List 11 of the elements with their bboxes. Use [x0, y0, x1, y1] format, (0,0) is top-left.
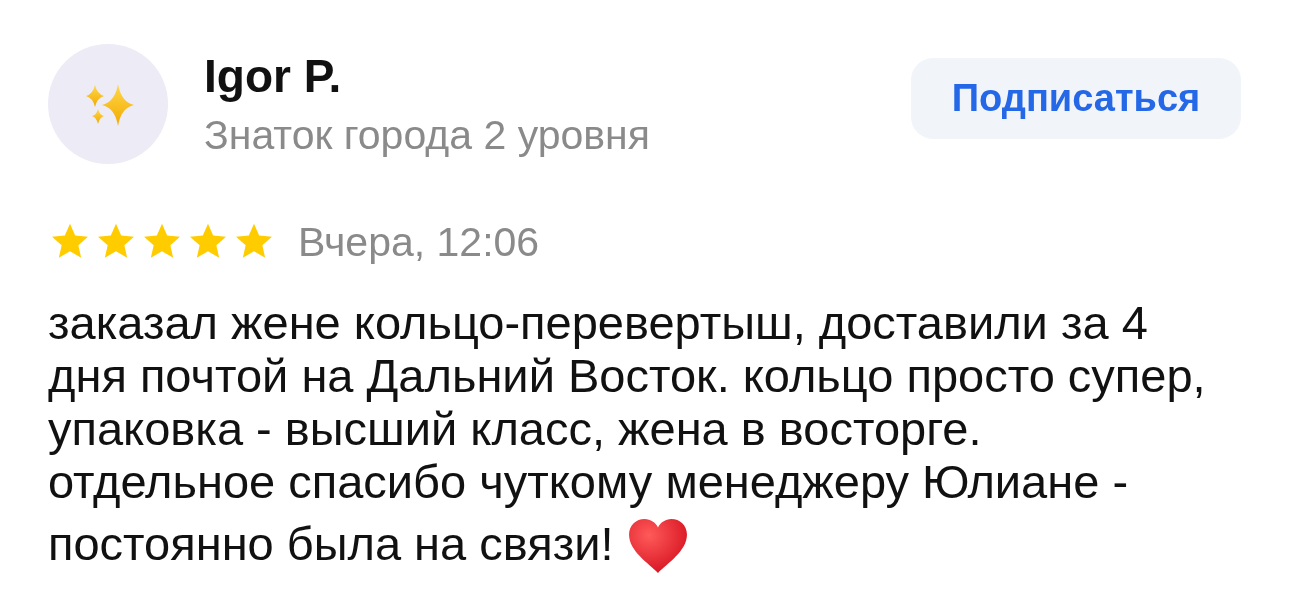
author-status: Знаток города 2 уровня [204, 112, 650, 158]
review-date: Вчера, 12:06 [298, 219, 540, 265]
author-name: Igor P. [204, 50, 342, 102]
review-text: отдельное спасибо чуткому менеджеру Юлиане - [48, 455, 1129, 508]
sparkles-avatar-icon [48, 44, 168, 164]
review-text: заказал жене кольцо-перевертыш, доставили за 4 [48, 296, 1148, 349]
heart-icon [627, 518, 688, 574]
review-text: упаковка - высший класс, жена в восторге. [48, 402, 982, 455]
review-text: дня почтой на Дальний Восток. кольцо просто супер, [48, 349, 1206, 402]
review-text: постоянно была на связи! [48, 516, 614, 570]
subscribe-button[interactable]: Подписаться [911, 58, 1241, 139]
